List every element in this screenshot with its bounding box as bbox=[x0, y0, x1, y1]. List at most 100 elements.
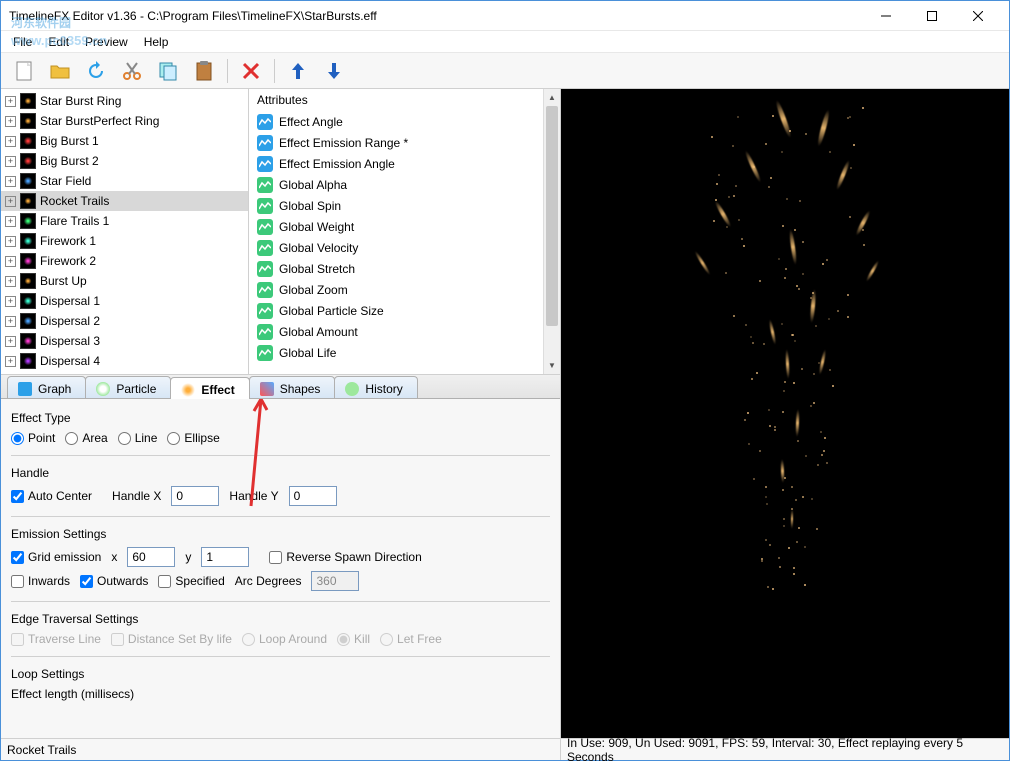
radio-point[interactable]: Point bbox=[11, 431, 55, 445]
radio-area[interactable]: Area bbox=[65, 431, 107, 445]
expand-icon[interactable]: + bbox=[5, 156, 16, 167]
effect-thumb-icon bbox=[20, 253, 36, 269]
checkbox-distance-by-life: Distance Set By life bbox=[111, 632, 232, 646]
attribute-item[interactable]: Global Spin bbox=[253, 195, 556, 216]
grid-x-input[interactable] bbox=[127, 547, 175, 567]
tree-item[interactable]: +Firework 2 bbox=[1, 251, 248, 271]
close-button[interactable] bbox=[955, 2, 1001, 30]
tree-item-label: Dispersal 1 bbox=[40, 294, 100, 308]
tree-item-label: Star BurstPerfect Ring bbox=[40, 114, 159, 128]
checkbox-specified[interactable]: Specified bbox=[158, 574, 224, 588]
attribute-item[interactable]: Global Stretch bbox=[253, 258, 556, 279]
attribute-item[interactable]: Effect Angle bbox=[253, 111, 556, 132]
expand-icon[interactable]: + bbox=[5, 216, 16, 227]
tree-item-label: Rocket Trails bbox=[40, 194, 109, 208]
expand-icon[interactable]: + bbox=[5, 176, 16, 187]
effect-thumb-icon bbox=[20, 113, 36, 129]
attribute-item[interactable]: Global Zoom bbox=[253, 279, 556, 300]
graph-icon bbox=[257, 114, 273, 130]
expand-icon[interactable]: + bbox=[5, 236, 16, 247]
maximize-button[interactable] bbox=[909, 2, 955, 30]
attributes-panel: Attributes Effect AngleEffect Emission R… bbox=[249, 89, 560, 374]
loop-settings-label: Loop Settings bbox=[11, 667, 550, 681]
effect-thumb-icon bbox=[20, 133, 36, 149]
radio-loop-around: Loop Around bbox=[242, 632, 327, 646]
handle-y-input[interactable] bbox=[289, 486, 337, 506]
graph-icon bbox=[257, 240, 273, 256]
tree-item[interactable]: +Star Field bbox=[1, 171, 248, 191]
handle-x-input[interactable] bbox=[171, 486, 219, 506]
cut-icon[interactable] bbox=[119, 58, 145, 84]
refresh-icon[interactable] bbox=[83, 58, 109, 84]
expand-icon[interactable]: + bbox=[5, 296, 16, 307]
tab-label: Graph bbox=[38, 382, 71, 396]
effect-thumb-icon bbox=[20, 193, 36, 209]
tree-item[interactable]: + Star BurstPerfect Ring bbox=[1, 111, 248, 131]
attribute-label: Effect Emission Angle bbox=[279, 157, 395, 171]
expand-icon[interactable]: + bbox=[5, 136, 16, 147]
attribute-item[interactable]: Effect Emission Angle bbox=[253, 153, 556, 174]
paste-icon[interactable] bbox=[191, 58, 217, 84]
radio-line[interactable]: Line bbox=[118, 431, 158, 445]
tree-item-label: Star Burst Ring bbox=[40, 94, 121, 108]
menu-preview[interactable]: Preview bbox=[77, 33, 136, 51]
move-up-icon[interactable] bbox=[285, 58, 311, 84]
delete-icon[interactable] bbox=[238, 58, 264, 84]
tab-effect[interactable]: Effect bbox=[170, 377, 249, 399]
expand-icon[interactable]: + bbox=[5, 256, 16, 267]
tree-item[interactable]: +Burst Up bbox=[1, 271, 248, 291]
tree-item[interactable]: + Dispersal 1 bbox=[1, 291, 248, 311]
effect-thumb-icon bbox=[20, 293, 36, 309]
tree-item-label: Dispersal 3 bbox=[40, 334, 100, 348]
effect-tree[interactable]: +Star Burst Ring+Star BurstPerfect Ring+… bbox=[1, 89, 249, 374]
expand-icon[interactable]: + bbox=[5, 196, 16, 207]
attribute-item[interactable]: Global Particle Size bbox=[253, 300, 556, 321]
menu-help[interactable]: Help bbox=[136, 33, 177, 51]
attribute-item[interactable]: Effect Emission Range * bbox=[253, 132, 556, 153]
move-down-icon[interactable] bbox=[321, 58, 347, 84]
checkbox-inwards[interactable]: Inwards bbox=[11, 574, 70, 588]
tab-particle[interactable]: Particle bbox=[85, 376, 171, 398]
open-folder-icon[interactable] bbox=[47, 58, 73, 84]
tree-item[interactable]: + Rocket Trails bbox=[1, 191, 248, 211]
attribute-item[interactable]: Global Amount bbox=[253, 321, 556, 342]
expand-icon[interactable]: + bbox=[5, 336, 16, 347]
attribute-item[interactable]: Global Alpha bbox=[253, 174, 556, 195]
menu-file[interactable]: File bbox=[5, 33, 40, 51]
tab-shapes[interactable]: Shapes bbox=[249, 376, 336, 398]
expand-icon[interactable]: + bbox=[5, 96, 16, 107]
tree-item[interactable]: + Star Burst Ring bbox=[1, 91, 248, 111]
attribute-label: Global Amount bbox=[279, 325, 358, 339]
tree-item[interactable]: + Dispersal 3 bbox=[1, 331, 248, 351]
tree-item[interactable]: +Firework 1 bbox=[1, 231, 248, 251]
tab-history[interactable]: History bbox=[334, 376, 417, 398]
checkbox-outwards[interactable]: Outwards bbox=[80, 574, 148, 588]
copy-icon[interactable] bbox=[155, 58, 181, 84]
grid-y-input[interactable] bbox=[201, 547, 249, 567]
tab-graph[interactable]: Graph bbox=[7, 376, 86, 398]
preview-viewport[interactable] bbox=[561, 89, 1009, 738]
menu-edit[interactable]: Edit bbox=[40, 33, 77, 51]
minimize-button[interactable] bbox=[863, 2, 909, 30]
attribute-label: Global Alpha bbox=[279, 178, 347, 192]
expand-icon[interactable]: + bbox=[5, 276, 16, 287]
tree-item[interactable]: +Big Burst 1 bbox=[1, 131, 248, 151]
checkbox-grid-emission[interactable]: Grid emission bbox=[11, 550, 101, 564]
tree-item[interactable]: +Flare Trails 1 bbox=[1, 211, 248, 231]
checkbox-reverse-spawn[interactable]: Reverse Spawn Direction bbox=[269, 550, 421, 564]
tree-item[interactable]: +Dispersal 2 bbox=[1, 311, 248, 331]
radio-ellipse[interactable]: Ellipse bbox=[167, 431, 219, 445]
checkbox-auto-center[interactable]: Auto Center bbox=[11, 489, 92, 503]
attribute-item[interactable]: Global Velocity bbox=[253, 237, 556, 258]
expand-icon[interactable]: + bbox=[5, 356, 16, 367]
tree-item[interactable]: +Dispersal 4 bbox=[1, 351, 248, 371]
attribute-item[interactable]: Global Weight bbox=[253, 216, 556, 237]
scrollbar[interactable]: ▲ ▼ bbox=[543, 89, 560, 374]
effect-thumb-icon bbox=[20, 173, 36, 189]
new-file-icon[interactable] bbox=[11, 58, 37, 84]
expand-icon[interactable]: + bbox=[5, 116, 16, 127]
attribute-item[interactable]: Global Life bbox=[253, 342, 556, 363]
expand-icon[interactable]: + bbox=[5, 316, 16, 327]
tree-item[interactable]: +Big Burst 2 bbox=[1, 151, 248, 171]
graph-icon bbox=[257, 198, 273, 214]
